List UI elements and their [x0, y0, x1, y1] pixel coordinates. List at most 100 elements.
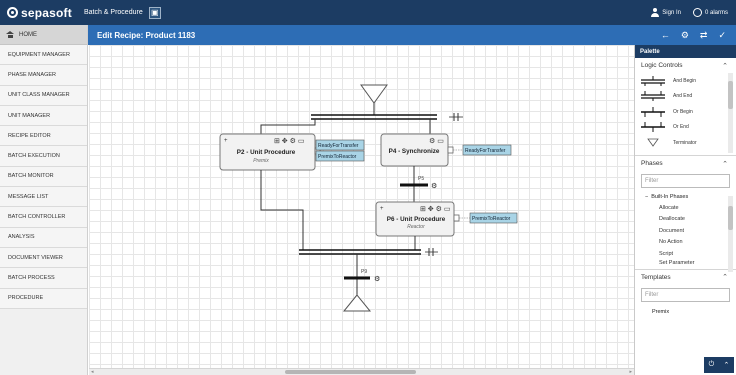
- scroll-left-icon[interactable]: ◂: [91, 369, 94, 375]
- templates-filter-input[interactable]: Filter: [641, 287, 730, 302]
- sidebar-item-unit-class-manager[interactable]: UNIT CLASS MANAGER: [0, 85, 87, 106]
- check-icon[interactable]: ✓: [718, 30, 726, 41]
- tag-label: PremixToReactor: [318, 154, 357, 160]
- p6-unit-procedure[interactable]: + ⊞ ✥ ⚙ ▭ P6 - Unit Procedure Reactor: [375, 201, 455, 237]
- logic-and-end[interactable]: And End: [635, 89, 736, 105]
- chevron-up-icon[interactable]: ⌃: [723, 361, 729, 369]
- sidebar-item-label: BATCH MONITOR: [8, 173, 54, 180]
- power-icon[interactable]: ⏻: [709, 361, 715, 369]
- logic-controls-header[interactable]: Logic Controls ⌃: [635, 58, 736, 73]
- terminator-icon: [647, 138, 659, 147]
- horizontal-scrollbar[interactable]: ◂ ▸: [89, 368, 634, 375]
- sidebar-item-recipe-editor[interactable]: RECIPE EDITOR: [0, 126, 87, 147]
- sidebar-item-equipment-manager[interactable]: EQUIPMENT MANAGER: [0, 45, 87, 66]
- sidebar-item-label: BATCH PROCESS: [8, 274, 55, 281]
- and-begin-icon: [641, 75, 665, 86]
- p6-expand[interactable]: +: [380, 206, 384, 212]
- chevron-up-icon[interactable]: ⌃: [722, 273, 728, 281]
- or-begin-icon: [641, 106, 665, 117]
- logic-or-end[interactable]: Or End: [635, 120, 736, 136]
- logic-controls-title: Logic Controls: [641, 62, 683, 69]
- logo: sepasoft: [7, 6, 72, 20]
- scroll-thumb[interactable]: [728, 206, 733, 230]
- sidebar-item-batch-execution[interactable]: BATCH EXECUTION: [0, 146, 87, 167]
- scroll-right-icon[interactable]: ▸: [629, 369, 632, 375]
- phases-header[interactable]: Phases ⌃: [635, 156, 736, 171]
- sidebar-item-label: UNIT CLASS MANAGER: [8, 92, 70, 99]
- home-icon: [6, 31, 14, 38]
- sidebar-item-label: ANALYSIS: [8, 234, 35, 241]
- sidebar-item-label: HOME: [19, 31, 37, 38]
- sfc-diagram: + P2 - Unit Procedure Premix ⊞ ✥ ⚙ ▭ Rea…: [219, 84, 518, 312]
- p2-title: P2 - Unit Procedure: [237, 149, 296, 156]
- gear-icon[interactable]: ⚙: [681, 30, 689, 41]
- chevron-up-icon[interactable]: ⌃: [722, 160, 728, 168]
- corner-controls: ⏻ ⌃: [704, 357, 734, 373]
- sidebar-item-message-list[interactable]: MESSAGE LIST: [0, 187, 87, 208]
- sidebar-item-unit-manager[interactable]: UNIT MANAGER: [0, 105, 87, 127]
- phase-script[interactable]: Script: [635, 248, 736, 260]
- phase-set-parameter[interactable]: Set Parameter: [635, 260, 736, 267]
- logic-terminator[interactable]: Terminator: [635, 135, 736, 151]
- collapse-icon[interactable]: −: [645, 194, 648, 200]
- templates-header[interactable]: Templates ⌃: [635, 270, 736, 285]
- alarms-button[interactable]: 0 alarms: [692, 8, 728, 17]
- top-bar: sepasoft Batch & Procedure ▣ Sign In 0 a…: [0, 0, 736, 25]
- scroll-thumb[interactable]: [728, 81, 733, 109]
- p4-synchronize[interactable]: ⚙ ▭ P4 - Synchronize: [380, 133, 449, 167]
- back-arrow-icon[interactable]: ←: [661, 30, 670, 40]
- p2-expand[interactable]: +: [224, 138, 228, 144]
- product-name: Batch & Procedure: [83, 9, 143, 16]
- logo-icon: [7, 7, 18, 18]
- phase-allocate[interactable]: Allocate: [635, 202, 736, 214]
- logic-or-begin[interactable]: Or Begin: [635, 104, 736, 120]
- group-label: Built-In Phases: [651, 193, 689, 200]
- product-cube-icon[interactable]: ▣: [148, 6, 161, 19]
- logic-item-label: Or Begin: [673, 108, 693, 115]
- tag-label: ReadyForTransfer: [318, 143, 359, 149]
- sidebar-item-label: EQUIPMENT MANAGER: [8, 51, 70, 58]
- p6-port[interactable]: [453, 214, 460, 222]
- top-terminator[interactable]: [360, 84, 388, 104]
- sidebar-item-analysis[interactable]: ANALYSIS: [0, 227, 87, 248]
- sidebar-item-label: UNIT MANAGER: [8, 112, 51, 119]
- horizontal-scroll-thumb[interactable]: [285, 370, 416, 374]
- sidebar-item-label: PROCEDURE: [8, 295, 44, 302]
- p5-gear-icon[interactable]: ⚙: [431, 182, 437, 190]
- logic-and-begin[interactable]: And Begin: [635, 73, 736, 89]
- and-end-icon: [641, 91, 665, 102]
- p4-port[interactable]: [447, 146, 454, 154]
- sidebar-item-document-viewer[interactable]: DOCUMENT VIEWER: [0, 247, 87, 269]
- template-premix[interactable]: Premix: [635, 305, 736, 319]
- sidebar-item-phase-manager[interactable]: PHASE MANAGER: [0, 65, 87, 86]
- bottom-terminator[interactable]: [342, 294, 372, 312]
- phase-document[interactable]: Document: [635, 225, 736, 237]
- phases-scrollbar[interactable]: [728, 196, 733, 272]
- recipe-canvas[interactable]: + P2 - Unit Procedure Premix ⊞ ✥ ⚙ ▭ Rea…: [89, 45, 634, 368]
- sidebar-item-batch-monitor[interactable]: BATCH MONITOR: [0, 166, 87, 188]
- logic-controls-scrollbar[interactable]: [728, 73, 733, 153]
- palette-header: Palette: [635, 45, 736, 58]
- user-icon: [650, 8, 659, 17]
- phase-no-action[interactable]: No Action: [635, 237, 736, 249]
- p9-gear-icon[interactable]: ⚙: [374, 275, 380, 283]
- shuffle-icon[interactable]: ⇄: [700, 30, 708, 41]
- phases-filter-input[interactable]: Filter: [641, 174, 730, 188]
- templates-title: Templates: [641, 273, 671, 281]
- sidebar-item-home[interactable]: HOME: [0, 25, 87, 45]
- phases-title: Phases: [641, 160, 663, 167]
- p4-toolbar-icons[interactable]: ⚙ ▭: [429, 137, 444, 145]
- p2-toolbar-icons[interactable]: ⊞ ✥ ⚙ ▭: [274, 137, 304, 145]
- chevron-up-icon[interactable]: ⌃: [722, 62, 728, 70]
- title-bar: Edit Recipe: Product 1183 ← ⚙ ⇄ ✓: [88, 25, 736, 45]
- sidebar-item-batch-process[interactable]: BATCH PROCESS: [0, 268, 87, 289]
- phase-deallocate[interactable]: Deallocate: [635, 214, 736, 226]
- p6-toolbar-icons[interactable]: ⊞ ✥ ⚙ ▭: [420, 205, 450, 213]
- sign-in-button[interactable]: Sign In: [650, 8, 681, 17]
- sidebar-item-procedure[interactable]: PROCEDURE: [0, 288, 87, 309]
- sidebar-item-label: DOCUMENT VIEWER: [8, 254, 63, 261]
- p2-unit-procedure[interactable]: + P2 - Unit Procedure Premix ⊞ ✥ ⚙ ▭: [219, 133, 316, 171]
- built-in-phases-group[interactable]: − Built-In Phases: [635, 191, 736, 202]
- sidebar-item-batch-controller[interactable]: BATCH CONTROLLER: [0, 207, 87, 228]
- sidebar-item-label: PHASE MANAGER: [8, 71, 56, 78]
